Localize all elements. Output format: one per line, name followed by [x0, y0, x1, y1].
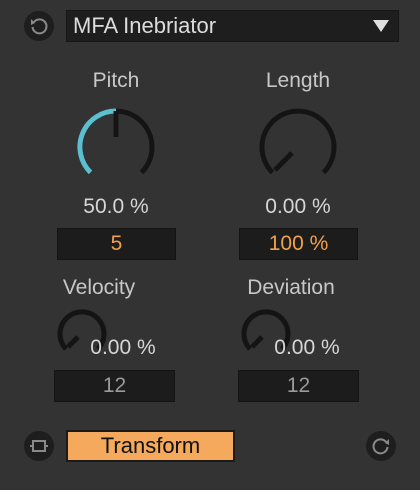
chevron-down-icon[interactable] [372, 19, 390, 33]
pitch-knob-arc [77, 108, 117, 175]
length-knob-pointer [273, 151, 294, 172]
length-readout: 0.00 % [265, 195, 331, 218]
velocity-label: Velocity [62, 276, 136, 299]
pitch-knob[interactable] [66, 97, 166, 197]
length-label: Length [265, 69, 331, 92]
transform-button[interactable]: Transform [66, 430, 235, 462]
link-icon [30, 440, 48, 452]
reset-icon [31, 18, 48, 35]
deviation-readout: 0.00 % [274, 336, 340, 359]
velocity-value-box[interactable]: 12 [54, 370, 175, 402]
pitch-readout: 50.0 % [83, 195, 149, 218]
refresh-icon [372, 438, 389, 455]
deviation-label: Deviation [247, 276, 335, 299]
velocity-readout: 0.00 % [90, 336, 156, 359]
pitch-label: Pitch [92, 69, 140, 92]
length-knob[interactable] [248, 97, 348, 197]
link-button[interactable] [24, 431, 54, 461]
preset-name: MFA Inebriator [73, 13, 217, 38]
deviation-value-box[interactable]: 12 [238, 370, 359, 402]
preset-selector[interactable]: MFA Inebriator [66, 10, 399, 42]
length-value-box[interactable]: 100 % [239, 228, 358, 260]
reset-button[interactable] [24, 11, 54, 41]
refresh-button[interactable] [366, 431, 396, 461]
pitch-value-box[interactable]: 5 [57, 228, 176, 260]
